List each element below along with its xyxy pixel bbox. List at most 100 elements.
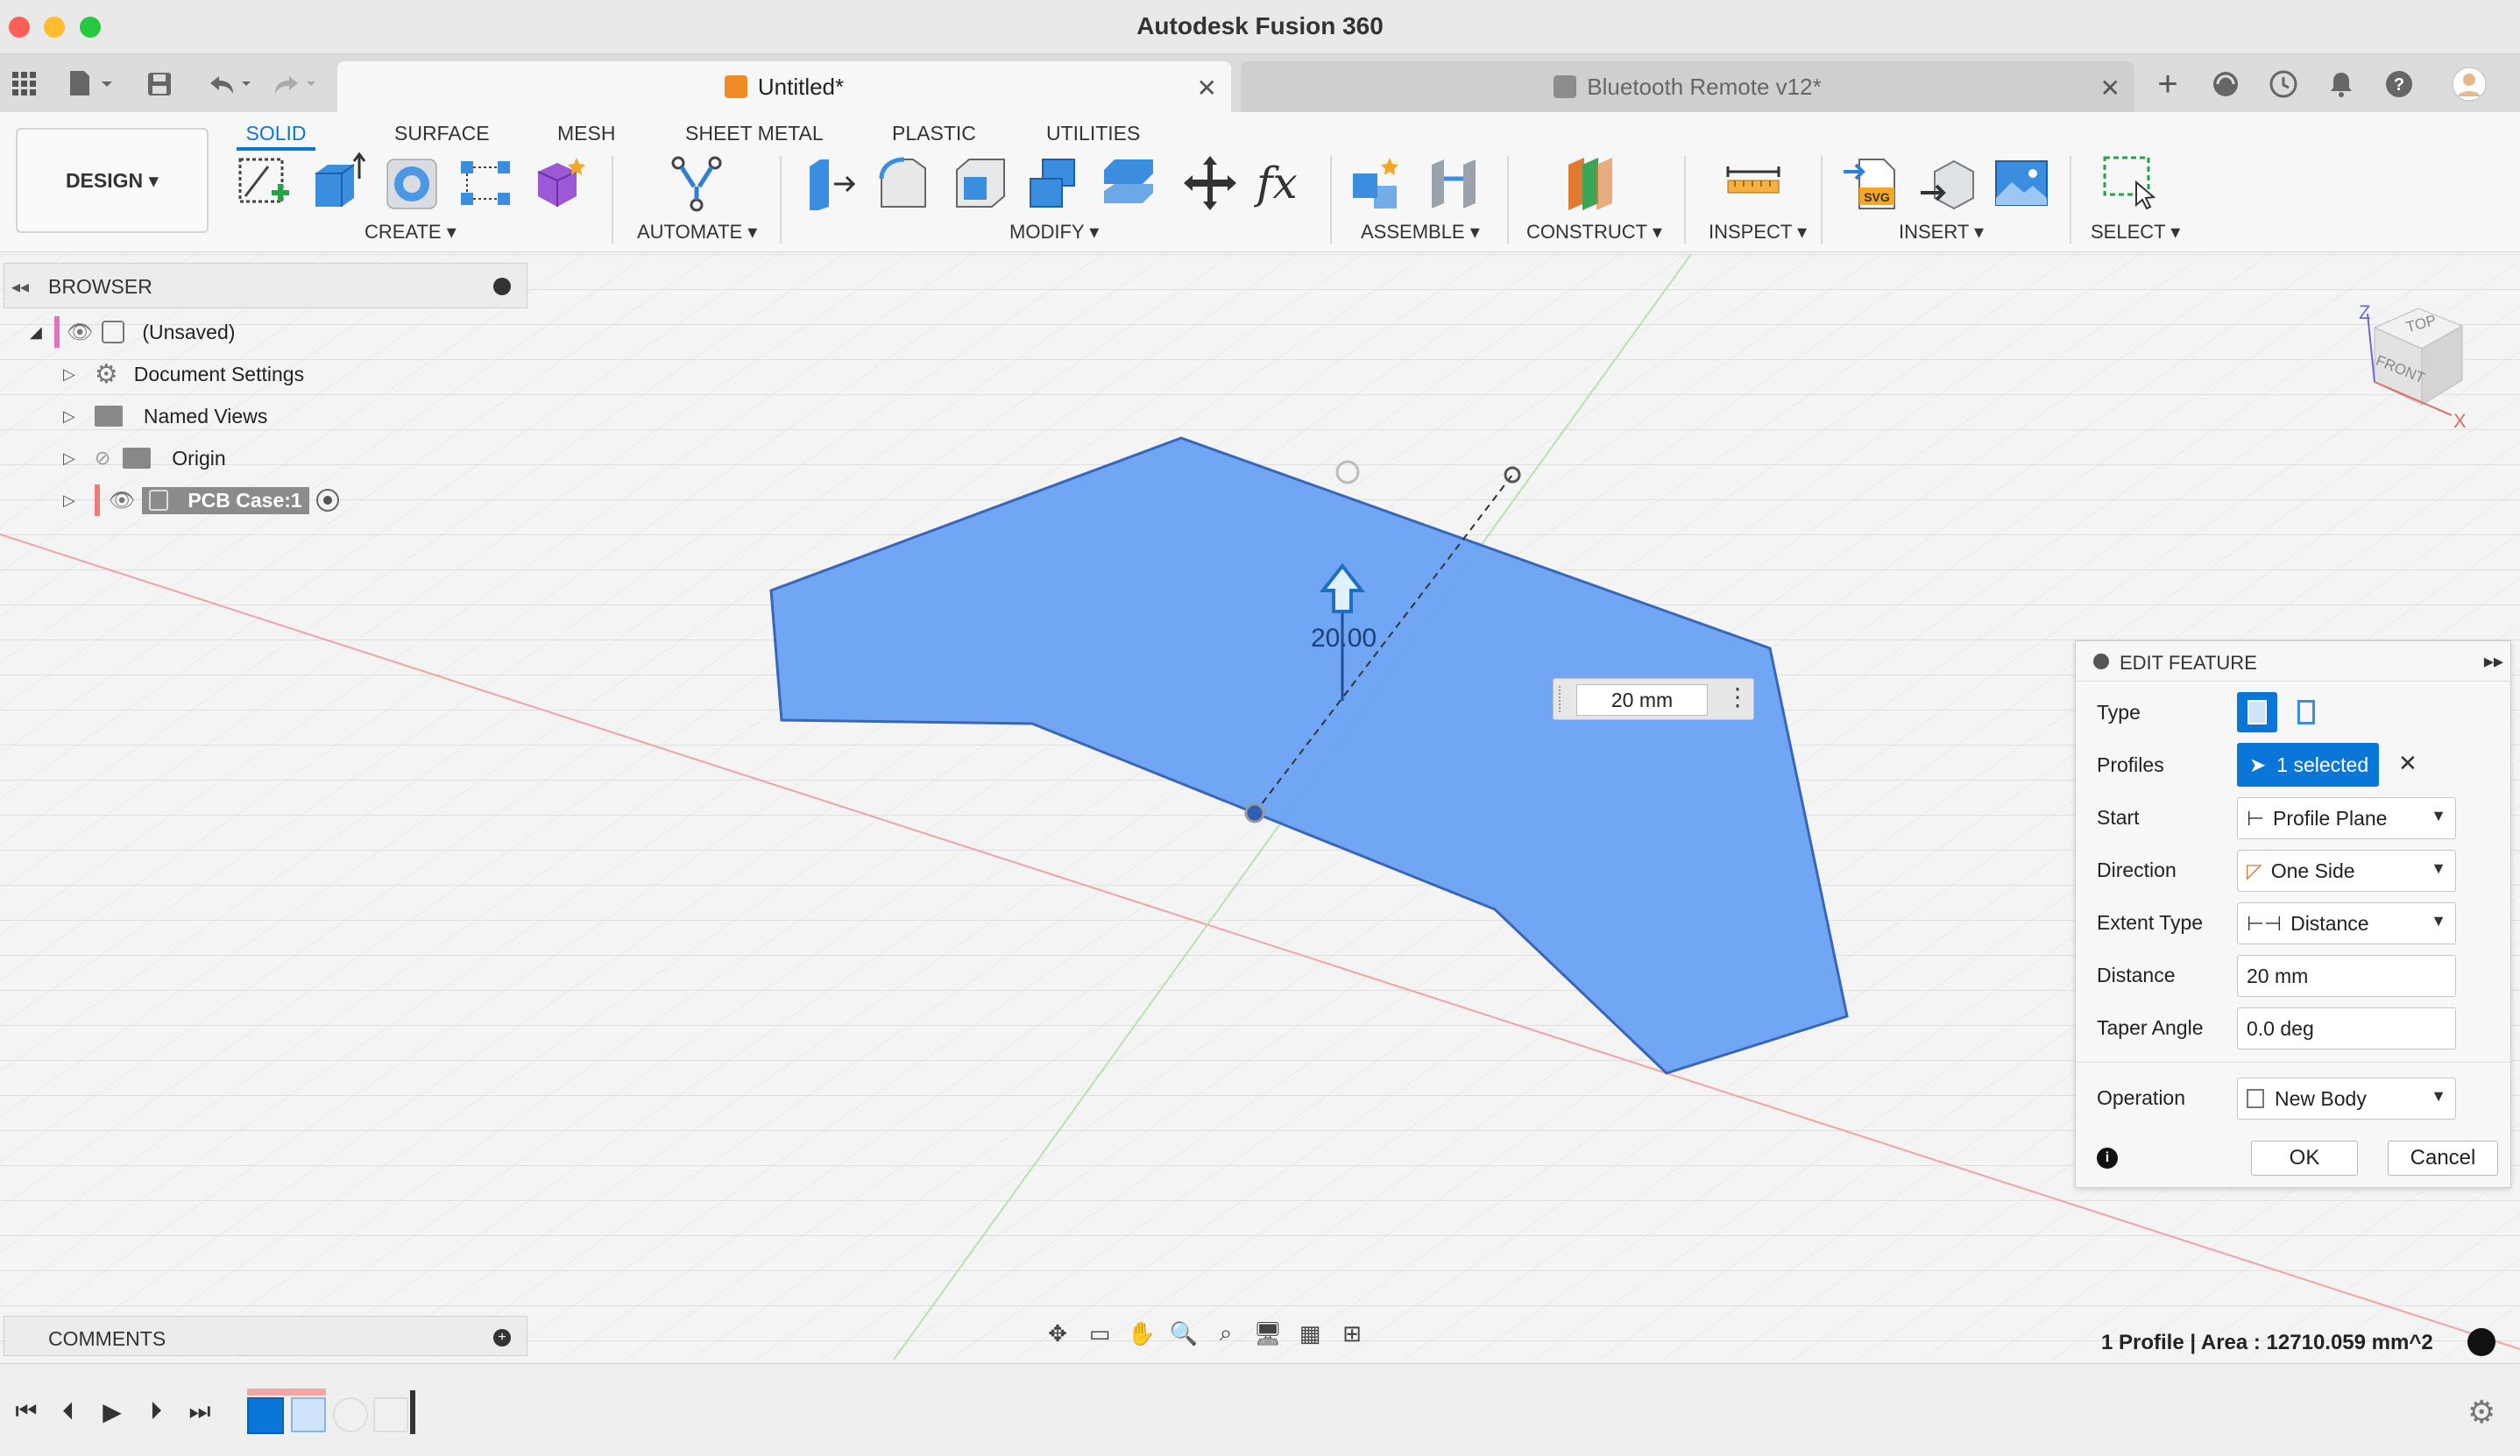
close-tab-icon[interactable]: ✕ [1197,74,1217,102]
activate-component-icon[interactable] [315,489,339,512]
look-at-icon[interactable]: ▭ [1085,1318,1115,1348]
redo-icon[interactable] [268,67,321,102]
move-icon[interactable] [1179,152,1241,214]
tab-untitled[interactable]: Untitled* ✕ [337,61,1231,112]
tab-surface[interactable]: SURFACE [394,116,490,151]
zoom-icon[interactable]: 🔍 [1169,1318,1199,1348]
timeline-feature[interactable] [333,1397,368,1432]
more-options-icon[interactable]: ⋮ [1725,684,1750,710]
insert-svg-icon[interactable]: SVG [1842,152,1903,214]
expand-comments-icon[interactable]: + [493,1329,511,1346]
browser-item-named-views[interactable]: ▷ Named Views [63,396,267,436]
revolve-icon[interactable] [382,152,443,214]
automate-icon[interactable] [666,152,727,214]
pattern-icon[interactable] [456,152,517,214]
help-icon[interactable]: ? [2382,67,2417,102]
go-to-start-icon[interactable]: ⏮ [11,1396,42,1427]
orbit-icon[interactable]: ✥ [1043,1318,1072,1348]
extent-type-select[interactable]: ⊢⊣ Distance ▼ [2237,902,2456,944]
shell-icon[interactable] [950,152,1011,214]
joint-icon[interactable] [1423,152,1484,214]
start-select[interactable]: ⊢ Profile Plane ▼ [2237,797,2456,839]
browser-root-row[interactable]: ◢ 👁 (Unsaved) [30,312,235,352]
fit-icon[interactable]: ⌕ [1211,1318,1241,1348]
create-form-icon[interactable] [529,152,591,214]
timeline-marker[interactable] [410,1390,415,1434]
inspect-menu[interactable]: INSPECT ▾ [1709,221,1807,244]
select-icon[interactable] [2099,152,2161,214]
ok-button[interactable]: OK [2251,1141,2358,1176]
notifications-icon[interactable] [2324,67,2359,102]
new-component-icon[interactable] [1348,152,1409,214]
grid-settings-icon[interactable]: ▦ [1295,1318,1325,1348]
timeline-extrude-feature[interactable] [291,1397,326,1432]
new-tab-icon[interactable]: + [2150,65,2185,103]
measure-icon[interactable] [1723,152,1784,214]
pan-icon[interactable]: ✋ [1127,1318,1157,1348]
insert-mesh-icon[interactable] [1917,152,1978,214]
hidden-eye-icon[interactable]: ⊘ [95,447,110,470]
distance-inline-input[interactable]: 20 mm [1576,684,1708,716]
browser-item-origin[interactable]: ▷ ⊘ Origin [63,438,226,478]
collapse-dialog-icon[interactable] [2093,654,2109,669]
change-parameters-icon[interactable]: fx [1253,152,1314,214]
assemble-menu[interactable]: ASSEMBLE ▾ [1361,221,1480,244]
file-menu-icon[interactable] [63,67,119,102]
type-thin-button[interactable] [2286,692,2326,732]
step-back-icon[interactable]: ⏴ [53,1396,84,1427]
timeline-sketch-feature[interactable] [247,1397,284,1434]
profile-origin-point[interactable] [1244,802,1265,823]
collapse-browser-icon[interactable]: ◂◂ [11,276,29,298]
construct-menu[interactable]: CONSTRUCT ▾ [1526,221,1662,244]
save-icon[interactable] [142,67,177,102]
pcb-case-selected[interactable]: PCB Case:1 [142,486,309,514]
visibility-eye-icon[interactable]: 👁 [109,488,135,513]
create-menu[interactable]: CREATE ▾ [365,221,457,244]
tab-utilities[interactable]: UTILITIES [1046,116,1140,151]
job-status-icon[interactable] [2266,67,2301,102]
tab-solid[interactable]: SOLID [237,116,315,151]
status-menu-icon[interactable] [2467,1328,2495,1356]
clear-selection-icon[interactable]: ✕ [2398,750,2417,777]
tab-sheet-metal[interactable]: SHEET METAL [685,116,824,151]
app-grid-icon[interactable] [7,67,42,102]
automate-menu[interactable]: AUTOMATE ▾ [637,221,757,244]
type-solid-button[interactable] [2237,692,2277,732]
browser-minimize-icon[interactable] [493,278,511,295]
expand-triangle-icon[interactable]: ▷ [63,407,75,426]
collapse-triangle-icon[interactable]: ◢ [30,323,42,342]
direction-select[interactable]: ◸ One Side ▼ [2237,850,2456,892]
tab-bluetooth-remote[interactable]: Bluetooth Remote v12* ✕ [1241,61,2134,112]
view-cube[interactable]: TOP FRONT Z X [2348,301,2480,442]
distance-input[interactable]: 20 mm [2237,955,2456,997]
operation-select[interactable]: New Body ▼ [2237,1078,2456,1120]
expand-dialog-icon[interactable]: ▸▸ [2484,650,2503,673]
step-forward-icon[interactable]: ⏵ [140,1396,172,1427]
extrude-icon[interactable] [307,152,368,214]
tab-plastic[interactable]: PLASTIC [892,116,976,151]
expand-triangle-icon[interactable]: ▷ [63,449,75,468]
undo-icon[interactable] [203,67,256,102]
timeline-feature[interactable] [373,1397,408,1432]
fillet-icon[interactable] [874,152,936,214]
go-to-end-icon[interactable]: ⏭ [184,1396,216,1427]
close-tab-icon[interactable]: ✕ [2100,74,2120,102]
viewports-icon[interactable]: ⊞ [1337,1318,1367,1348]
browser-item-pcb-case[interactable]: ▷ 👁 PCB Case:1 [63,480,339,520]
cancel-button[interactable]: Cancel [2388,1141,2498,1176]
insert-menu[interactable]: INSERT ▾ [1899,221,1984,244]
expand-triangle-icon[interactable]: ▷ [63,365,75,384]
taper-angle-input[interactable]: 0.0 deg [2237,1007,2456,1050]
user-avatar[interactable] [2452,67,2487,102]
comments-panel-header[interactable]: COMMENTS + [4,1316,527,1356]
insert-canvas-icon[interactable] [1991,152,2052,214]
select-menu[interactable]: SELECT ▾ [2091,221,2180,244]
create-sketch-icon[interactable] [233,152,294,214]
offset-plane-icon[interactable] [1561,152,1623,214]
combine-icon[interactable] [1023,152,1085,214]
timeline-settings-icon[interactable]: ⚙ [2467,1394,2495,1431]
visibility-eye-icon[interactable]: 👁 [67,320,93,345]
expand-triangle-icon[interactable]: ▷ [63,491,75,510]
press-pull-icon[interactable] [799,152,860,214]
browser-item-document-settings[interactable]: ▷ ⚙ Document Settings [63,354,304,394]
